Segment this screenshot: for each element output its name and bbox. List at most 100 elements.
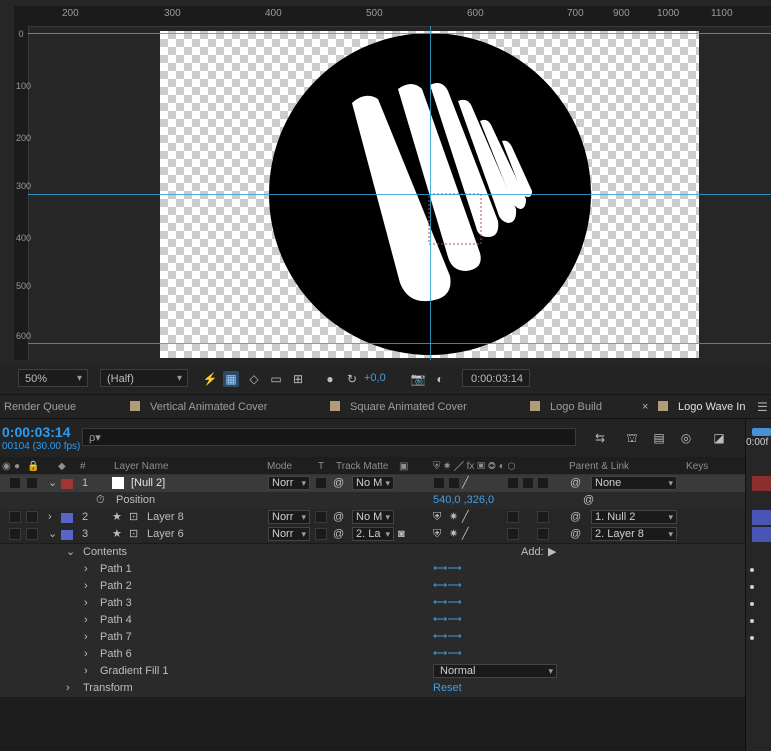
- path-name[interactable]: Path 1: [100, 561, 132, 577]
- quality-icon[interactable]: ╱: [462, 475, 469, 491]
- layer-name[interactable]: [Null 2]: [131, 475, 165, 491]
- resolution-select[interactable]: (Half) ▾: [100, 369, 188, 387]
- mask-visibility-icon[interactable]: ◇: [246, 371, 262, 387]
- label-color-swatch[interactable]: [61, 513, 73, 523]
- quality-icon[interactable]: ╱: [462, 509, 469, 525]
- vertical-ruler[interactable]: 0 100 200 300 400 500 600: [14, 26, 31, 360]
- layer-name[interactable]: Layer 6: [147, 526, 184, 542]
- path-direction-icon[interactable]: ⟷⟶: [433, 612, 462, 628]
- spiral-link-icon[interactable]: @: [333, 475, 344, 491]
- chevron-right-icon[interactable]: ›: [84, 629, 88, 645]
- motion-blur-toggle[interactable]: [507, 477, 519, 489]
- matte-invert-icon[interactable]: ◙: [398, 526, 405, 542]
- keyframe-dot[interactable]: [750, 636, 754, 640]
- pick-whip-icon[interactable]: @: [583, 492, 594, 508]
- motion-blur-toggle[interactable]: [507, 528, 519, 540]
- layer-search-input[interactable]: ρ▾: [82, 428, 576, 446]
- position-value[interactable]: 540,0 ,326,0: [433, 492, 494, 508]
- shy-icon[interactable]: ⛨: [433, 509, 441, 525]
- column-layer-name[interactable]: Layer Name: [114, 461, 168, 472]
- lock-icon[interactable]: 🔒: [27, 461, 39, 472]
- chevron-right-icon[interactable]: ›: [84, 578, 88, 594]
- current-time-display[interactable]: 0:00:03:14: [462, 369, 530, 387]
- track-matte-select[interactable]: No M ▾: [352, 476, 394, 490]
- close-tab-icon[interactable]: ×: [642, 401, 648, 413]
- path-direction-icon[interactable]: ⟷⟶: [433, 646, 462, 662]
- label-tag-icon[interactable]: ◆: [58, 461, 66, 472]
- graph-editor-icon[interactable]: ◪: [711, 430, 727, 446]
- video-toggle[interactable]: [9, 528, 21, 540]
- reset-link[interactable]: Reset: [433, 680, 462, 696]
- panel-menu-icon[interactable]: ☰: [757, 400, 768, 414]
- blend-mode-select[interactable]: Norr ▾: [268, 510, 310, 524]
- position-row[interactable]: [0, 492, 745, 510]
- parent-select[interactable]: None ▾: [591, 476, 677, 490]
- column-parent-link[interactable]: Parent & Link: [569, 461, 629, 472]
- path-name[interactable]: Path 6: [100, 646, 132, 662]
- blend-mode-select[interactable]: Norr ▾: [268, 527, 310, 541]
- motion-blur-icon[interactable]: ◎: [678, 430, 694, 446]
- chevron-down-icon[interactable]: ⌄: [48, 526, 57, 542]
- tab-logo-build[interactable]: Logo Build: [530, 396, 602, 418]
- chevron-down-icon[interactable]: ⌄: [48, 475, 57, 491]
- timeline-empty-area[interactable]: [0, 697, 745, 751]
- video-toggle[interactable]: [9, 511, 21, 523]
- keyframe-dot[interactable]: [750, 568, 754, 572]
- label-color-swatch[interactable]: [61, 530, 73, 540]
- blend-mode-select[interactable]: Norr ▾: [268, 476, 310, 490]
- add-play-icon[interactable]: ▶: [548, 544, 556, 560]
- chevron-right-icon[interactable]: ›: [66, 680, 70, 696]
- chevron-right-icon[interactable]: ›: [84, 646, 88, 662]
- chevron-right-icon[interactable]: ›: [84, 561, 88, 577]
- time-graph[interactable]: [745, 419, 771, 751]
- region-of-interest-icon[interactable]: ▭: [268, 371, 284, 387]
- preserve-transparency-toggle[interactable]: [315, 528, 327, 540]
- transparency-grid-icon[interactable]: ▦: [223, 371, 239, 387]
- parent-select[interactable]: 1. Null 2 ▾: [591, 510, 677, 524]
- audio-toggle[interactable]: [26, 528, 38, 540]
- composition-flowchart-icon[interactable]: ⇆: [592, 430, 608, 446]
- track-matte-select[interactable]: 2. La ▾: [352, 527, 394, 541]
- fast-preview-icon[interactable]: ⚡: [202, 371, 218, 387]
- chevron-right-icon[interactable]: ›: [48, 509, 52, 525]
- video-switch-icon[interactable]: ◉: [2, 461, 11, 472]
- layer-name[interactable]: Layer 8: [147, 509, 184, 525]
- shy-icon[interactable]: ⛨: [433, 526, 441, 542]
- channel-icon[interactable]: ●: [322, 371, 338, 387]
- collapse-icon[interactable]: ✷: [449, 526, 458, 542]
- keyframe-dot[interactable]: [750, 602, 754, 606]
- exposure-value[interactable]: +0,0: [364, 372, 386, 384]
- parent-select[interactable]: 2. Layer 8 ▾: [591, 527, 677, 541]
- path-direction-icon[interactable]: ⟷⟶: [433, 595, 462, 611]
- shy-toggle[interactable]: [433, 477, 445, 489]
- path-name[interactable]: Path 3: [100, 595, 132, 611]
- 3d-toggle[interactable]: [537, 477, 549, 489]
- zoom-select[interactable]: 50% ▾: [18, 369, 88, 387]
- guide-line[interactable]: [28, 194, 771, 195]
- column-t[interactable]: T: [318, 461, 324, 472]
- path-name[interactable]: Path 2: [100, 578, 132, 594]
- label-color-swatch[interactable]: [61, 479, 73, 489]
- guide-line[interactable]: [28, 343, 771, 344]
- path-direction-icon[interactable]: ⟷⟶: [433, 578, 462, 594]
- horizontal-ruler[interactable]: 200 300 400 500 600 700 900 1000 1100: [14, 6, 771, 27]
- track-matte-select[interactable]: No M ▾: [352, 510, 394, 524]
- collapse-toggle[interactable]: [448, 477, 460, 489]
- solo-icon[interactable]: ●: [14, 461, 20, 472]
- audio-toggle[interactable]: [26, 511, 38, 523]
- layer-duration-bar[interactable]: [752, 476, 771, 491]
- chevron-right-icon[interactable]: ›: [84, 612, 88, 628]
- frame-blending-icon[interactable]: ▤: [651, 430, 667, 446]
- video-toggle[interactable]: [9, 477, 21, 489]
- shy-layers-icon[interactable]: ⛫: [624, 430, 640, 446]
- show-snapshot-icon[interactable]: ◐: [432, 371, 448, 387]
- quality-icon[interactable]: ╱: [462, 526, 469, 542]
- path-name[interactable]: Path 7: [100, 629, 132, 645]
- work-area-bar[interactable]: [752, 428, 771, 436]
- column-track-matte[interactable]: Track Matte: [336, 461, 388, 472]
- spiral-link-icon[interactable]: @: [333, 509, 344, 525]
- adjustment-toggle[interactable]: [522, 477, 534, 489]
- path-name[interactable]: Path 4: [100, 612, 132, 628]
- preserve-transparency-toggle[interactable]: [315, 477, 327, 489]
- matte-switch-icon[interactable]: ▣: [399, 461, 408, 472]
